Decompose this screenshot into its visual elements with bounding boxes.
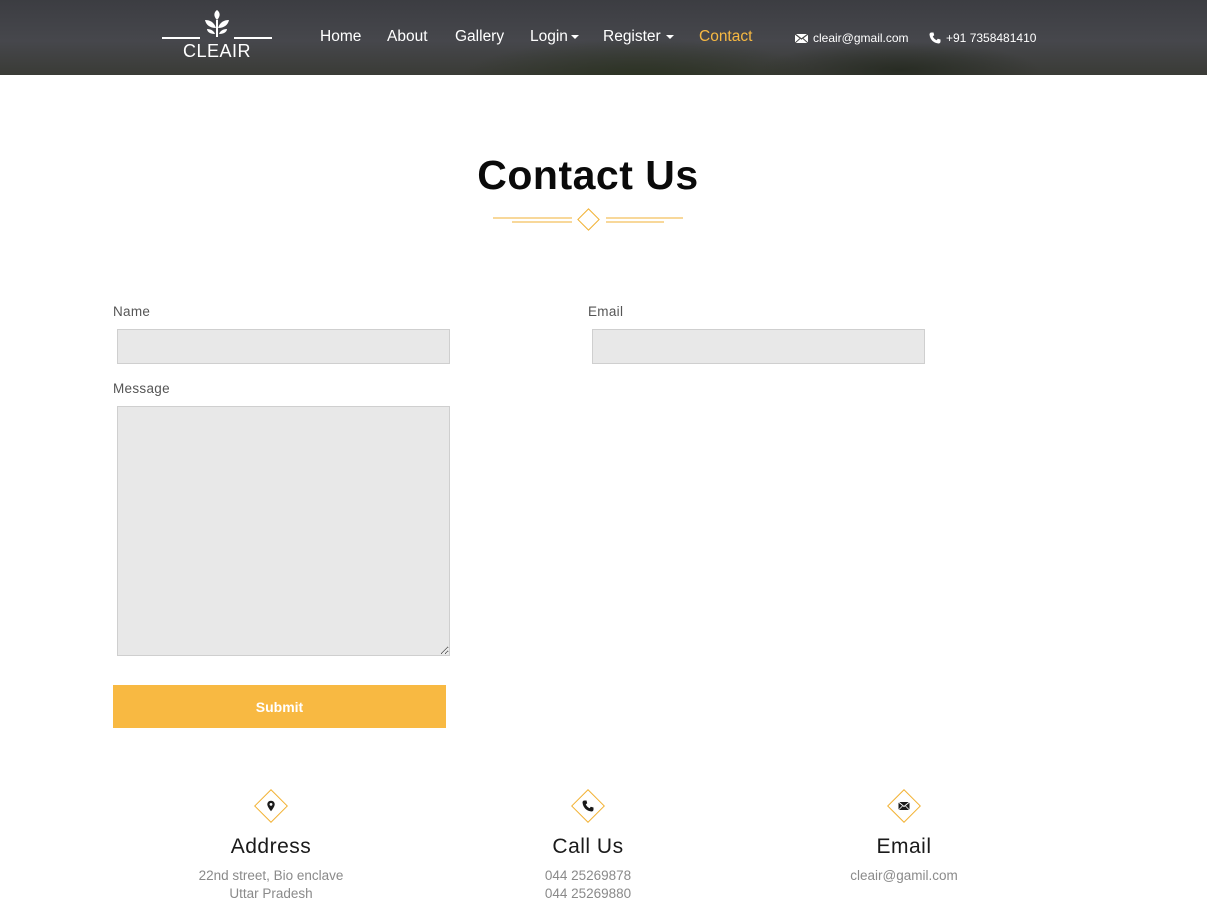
phone-number-1[interactable]: 044 25269878 [438, 867, 738, 885]
nav-login-label: Login [530, 28, 568, 45]
call-us-info: Call Us 044 25269878 044 25269880 [438, 786, 738, 902]
name-label: Name [113, 304, 151, 319]
envelope-icon [898, 801, 910, 811]
message-field[interactable] [117, 406, 450, 656]
nav-about-link[interactable]: About [387, 28, 428, 46]
nav-login-dropdown[interactable]: Login [530, 28, 579, 46]
phone-icon [929, 32, 941, 44]
logo-divider-right [234, 37, 272, 39]
header-phone-text: +91 7358481410 [946, 31, 1037, 45]
name-field[interactable] [117, 329, 450, 364]
address-info: Address 22nd street, Bio enclave Uttar P… [121, 786, 421, 902]
email-title: Email [876, 835, 932, 858]
logo-text: CLEAIR [182, 41, 252, 61]
email-address[interactable]: cleair@gamil.com [754, 867, 1054, 885]
nav-home-link[interactable]: Home [320, 28, 361, 46]
chevron-down-icon [570, 34, 579, 39]
title-divider-ornament [493, 208, 683, 231]
email-field[interactable] [592, 329, 925, 364]
leaf-logo-icon [205, 10, 229, 37]
site-header: CLEAIR Home About Gallery Login Register… [0, 0, 1207, 75]
logo-divider-left [162, 37, 200, 39]
message-label: Message [113, 381, 170, 396]
address-icon-frame [254, 789, 288, 823]
submit-button[interactable]: Submit [113, 685, 446, 728]
header-email[interactable]: cleair@gmail.com [794, 31, 909, 45]
email-icon-frame [887, 789, 921, 823]
address-line-1: 22nd street, Bio enclave [198, 868, 344, 883]
nav-register-label: Register [603, 28, 661, 45]
header-email-text: cleair@gmail.com [813, 31, 909, 45]
nav-register-dropdown[interactable]: Register [603, 28, 674, 46]
email-label: Email [588, 304, 624, 319]
phone-number-2[interactable]: 044 25269880 [438, 885, 738, 902]
page-title: Contact Us [477, 152, 699, 198]
address-title: Address [230, 835, 312, 858]
call-us-title: Call Us [552, 835, 624, 858]
phone-icon [582, 800, 594, 812]
nav-gallery-link[interactable]: Gallery [455, 28, 504, 46]
email-info: Email cleair@gamil.com [754, 786, 1054, 885]
map-pin-icon [267, 800, 275, 812]
header-phone[interactable]: +91 7358481410 [929, 31, 1036, 45]
nav-contact-link[interactable]: Contact [699, 28, 752, 46]
brand-logo[interactable]: CLEAIR [160, 10, 274, 62]
chevron-down-icon [665, 34, 674, 39]
envelope-icon [794, 33, 809, 44]
address-line-2: Uttar Pradesh [229, 886, 313, 901]
call-us-icon-frame [571, 789, 605, 823]
